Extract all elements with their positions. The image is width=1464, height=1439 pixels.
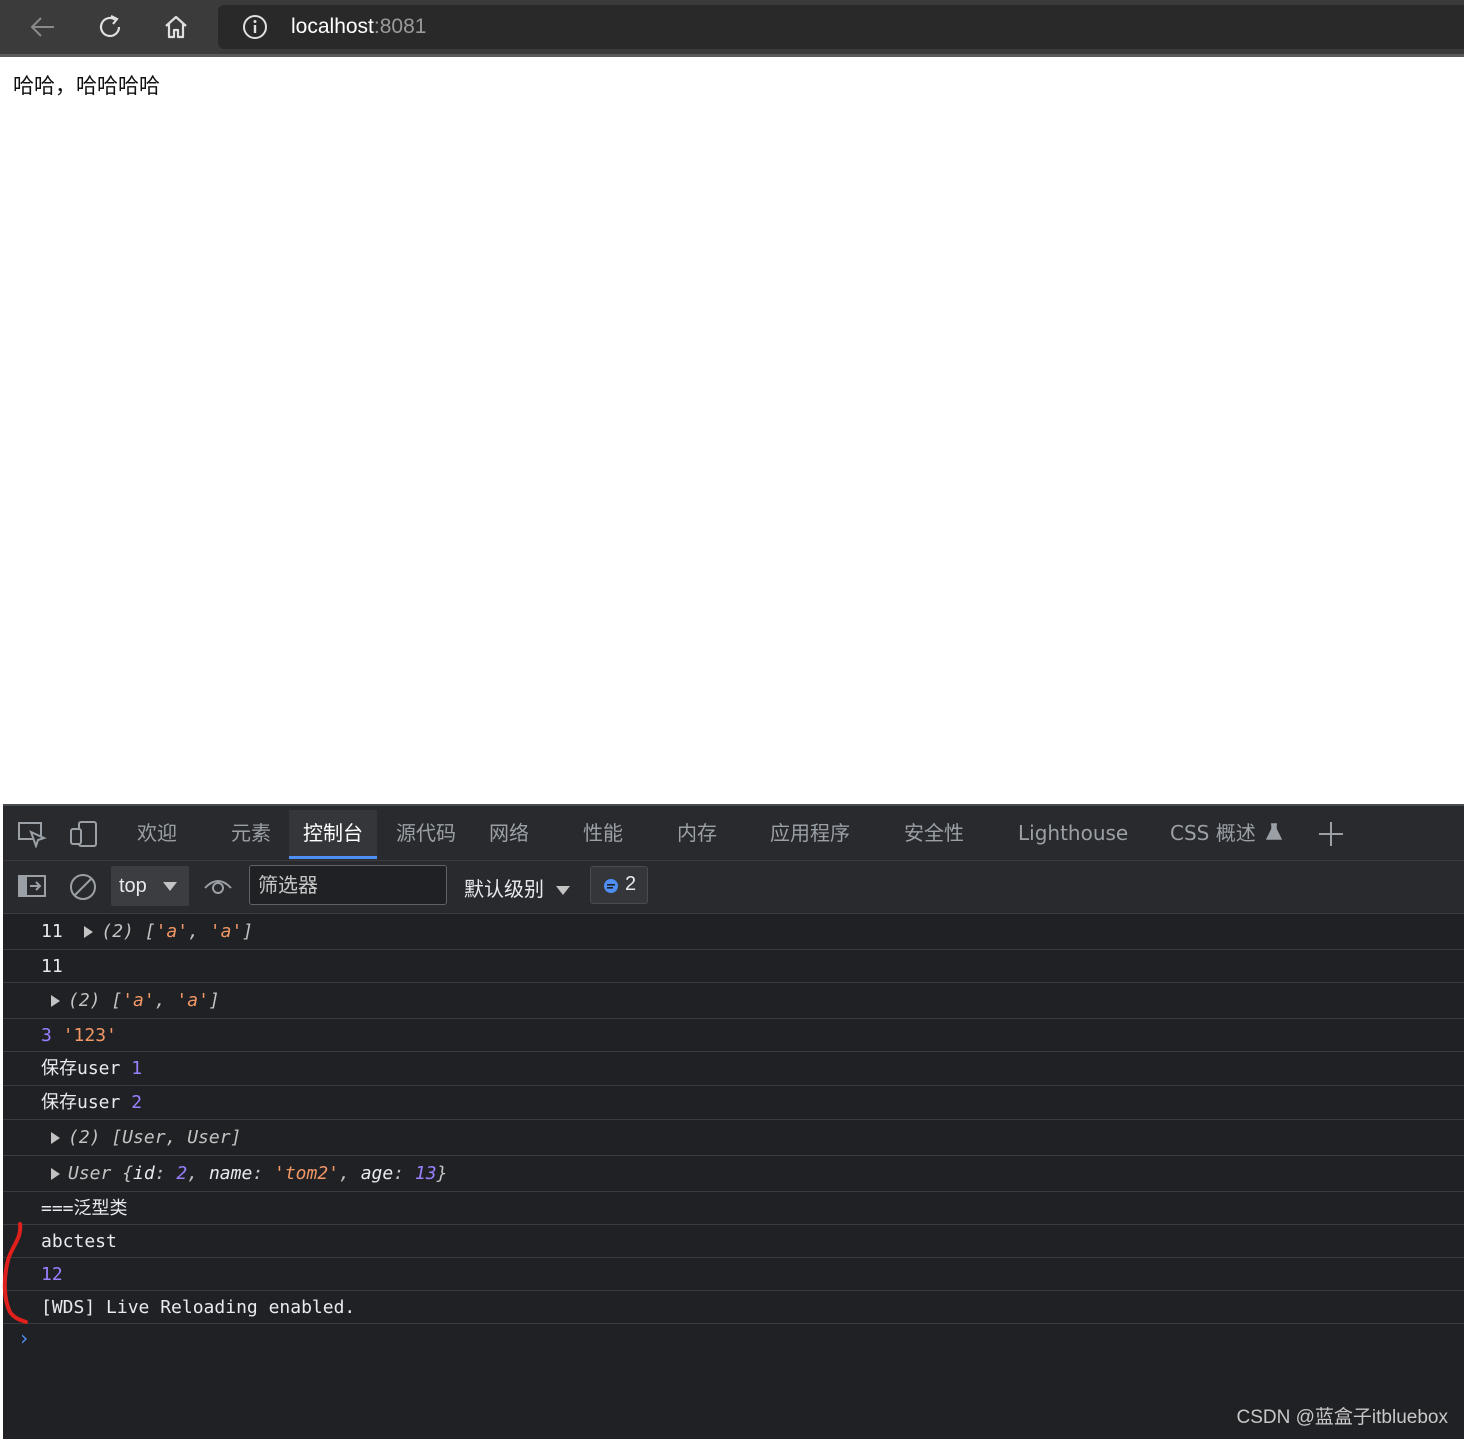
clear-console-icon[interactable] — [69, 873, 97, 905]
console-row[interactable]: abctest — [3, 1225, 1464, 1258]
expand-triangle-icon[interactable] — [51, 995, 60, 1007]
site-info-icon[interactable] — [242, 14, 268, 44]
tab-elements[interactable]: 元素 — [231, 810, 271, 856]
flask-icon — [1265, 823, 1283, 840]
devtools-tab-bar: 欢迎 元素 控制台 源代码 网络 性能 内存 应用程序 安全性 Lighthou… — [3, 806, 1464, 861]
console-row[interactable]: 保存user 2 — [3, 1086, 1464, 1120]
log-prefix: 11 — [41, 921, 63, 942]
tab-network[interactable]: 网络 — [489, 810, 529, 856]
url-host: localhost — [291, 15, 374, 38]
url-text[interactable]: localhost:8081 — [291, 15, 426, 39]
console-row[interactable]: 保存user 1 — [3, 1052, 1464, 1086]
console-row[interactable]: ===泛型类 — [3, 1192, 1464, 1225]
console-row[interactable]: 12 — [3, 1258, 1464, 1291]
browser-toolbar: localhost:8081 — [0, 0, 1464, 57]
console-row[interactable]: User {id: 2, name: 'tom2', age: 13} — [3, 1156, 1464, 1192]
tab-console[interactable]: 控制台 — [289, 810, 377, 859]
chevron-down-icon — [163, 882, 177, 891]
context-selector[interactable]: top — [111, 866, 189, 906]
expand-triangle-icon[interactable] — [51, 1168, 60, 1180]
refresh-icon[interactable] — [93, 10, 127, 44]
tab-welcome[interactable]: 欢迎 — [137, 810, 177, 856]
console-row[interactable]: 11 — [3, 950, 1464, 983]
console-filter-input[interactable] — [249, 865, 447, 905]
sidebar-toggle-icon[interactable] — [17, 873, 47, 903]
issues-count: 2 — [625, 873, 637, 895]
page-body-text: 哈哈，哈哈哈哈 — [13, 74, 160, 98]
tab-performance[interactable]: 性能 — [583, 810, 623, 856]
log-level-label: 默认级别 — [464, 877, 544, 901]
expand-triangle-icon[interactable] — [51, 1132, 60, 1144]
inspect-element-icon[interactable] — [17, 820, 47, 852]
tab-css-overview-label: CSS 概述 — [1170, 821, 1256, 845]
watermark-text: CSDN @蓝盒子itbluebox — [1236, 1407, 1448, 1428]
tab-security[interactable]: 安全性 — [904, 810, 964, 856]
chevron-down-icon — [556, 886, 570, 895]
live-expression-eye-icon[interactable] — [203, 875, 233, 901]
console-row[interactable]: (2) ['a', 'a'] — [3, 983, 1464, 1019]
tab-memory[interactable]: 内存 — [677, 810, 717, 856]
console-row[interactable]: (2) [User, User] — [3, 1120, 1464, 1156]
devtools-panel: 欢迎 元素 控制台 源代码 网络 性能 内存 应用程序 安全性 Lighthou… — [3, 804, 1464, 1439]
address-bar[interactable]: localhost:8081 — [218, 5, 1464, 49]
device-toolbar-icon[interactable] — [69, 820, 99, 852]
context-value: top — [119, 875, 147, 897]
tab-css-overview[interactable]: CSS 概述 — [1170, 810, 1283, 856]
console-messages: 11 (2) ['a', 'a'] 11 (2) ['a', 'a'] 3 '1… — [3, 914, 1464, 1324]
red-annotation-bracket — [2, 1222, 28, 1324]
tab-sources[interactable]: 源代码 — [396, 810, 456, 856]
console-row[interactable]: [WDS] Live Reloading enabled. — [3, 1291, 1464, 1324]
console-row[interactable]: 11 (2) ['a', 'a'] — [3, 914, 1464, 950]
message-icon — [604, 879, 618, 893]
console-row[interactable]: 3 '123' — [3, 1019, 1464, 1052]
home-icon[interactable] — [159, 10, 193, 44]
tab-application[interactable]: 应用程序 — [770, 810, 850, 856]
log-level-dropdown[interactable]: 默认级别 — [464, 873, 570, 902]
issues-counter-button[interactable]: 2 — [590, 866, 648, 904]
url-port: :8081 — [373, 15, 427, 38]
console-filter-bar: top 默认级别 2 — [3, 861, 1464, 914]
add-tab-icon[interactable] — [1317, 820, 1345, 852]
tab-lighthouse[interactable]: Lighthouse — [1018, 810, 1128, 856]
back-arrow-icon[interactable] — [26, 10, 60, 44]
expand-triangle-icon[interactable] — [84, 926, 94, 938]
